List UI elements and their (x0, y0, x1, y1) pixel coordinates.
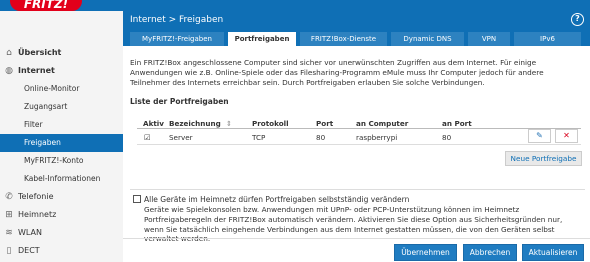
sidebar-item-label: Kabel-Informationen (24, 174, 101, 183)
footer-divider (123, 238, 590, 239)
sidebar-item-label: Filter (24, 120, 43, 129)
sidebar-item-wlan[interactable]: ≋ WLAN (0, 224, 123, 242)
sidebar-item-label: Heimnetz (18, 210, 57, 219)
tab-dynamic-dns[interactable]: Dynamic DNS (391, 32, 464, 46)
sidebar-item-kabel-informationen[interactable]: Kabel-Informationen (0, 170, 123, 188)
sidebar-item-online-monitor[interactable]: Online-Monitor (0, 80, 123, 98)
sidebar-item-freigaben[interactable]: Freigaben (0, 134, 123, 152)
sidebar: ⌂ Übersicht ◍ Internet Online-Monitor Zu… (0, 40, 123, 262)
sidebar-item-label: Freigaben (24, 138, 61, 147)
apply-button[interactable]: Übernehmen (394, 244, 457, 261)
tab-myfritz-freigaben[interactable]: MyFRITZ!-Freigaben (130, 32, 224, 46)
cancel-button[interactable]: Abbrechen (463, 244, 517, 261)
col-header-port: Port (316, 119, 334, 128)
phone-icon: ✆ (5, 192, 13, 202)
network-icon: ⊞ (5, 210, 13, 220)
intro-text: Ein FRITZ!Box angeschlossene Computer si… (130, 58, 544, 87)
sidebar-item-dect[interactable]: ▯ DECT (0, 242, 123, 260)
cell-an-computer: raspberrypi (356, 133, 398, 142)
sidebar-item-internet[interactable]: ◍ Internet (0, 62, 123, 80)
sidebar-item-label: DECT (18, 246, 40, 255)
edit-icon[interactable]: ✎ (528, 129, 551, 143)
cell-protokoll: TCP (252, 133, 266, 142)
sidebar-item-myfritz-konto[interactable]: MyFRITZ!-Konto (0, 152, 123, 170)
page-header: Internet > Freigaben ? MyFRITZ!-Freigabe… (123, 11, 590, 46)
sidebar-item-label: Telefonie (18, 192, 54, 201)
upnp-option-label[interactable]: Alle Geräte im Heimnetz dürfen Portfreig… (144, 195, 409, 204)
cell-an-port: 80 (442, 133, 452, 142)
table-header-divider (137, 128, 581, 129)
col-header-aktiv: Aktiv (143, 119, 164, 128)
wifi-icon: ≋ (5, 228, 13, 238)
col-header-an-computer: an Computer (356, 119, 409, 128)
sidebar-item-uebersicht[interactable]: ⌂ Übersicht (0, 44, 123, 62)
sidebar-item-label: Online-Monitor (24, 84, 80, 93)
row-active-checkbox[interactable]: ☑ (144, 133, 150, 142)
dect-icon: ▯ (6, 246, 12, 256)
list-title: Liste der Portfreigaben (130, 97, 229, 106)
col-header-bezeichnung[interactable]: Bezeichnung (169, 119, 221, 128)
tab-portfreigaben[interactable]: Portfreigaben (228, 32, 296, 46)
upnp-option-checkbox[interactable] (133, 195, 141, 203)
tab-fritzbox-dienste[interactable]: FRITZ!Box-Dienste (300, 32, 387, 46)
sidebar-item-label: Übersicht (18, 48, 62, 57)
sidebar-item-label: Zugangsart (24, 102, 68, 111)
sidebar-item-label: Internet (18, 66, 55, 75)
sidebar-item-zugangsart[interactable]: Zugangsart (0, 98, 123, 116)
section-divider (130, 189, 585, 190)
table-row-divider (137, 144, 581, 145)
col-header-an-port: an Port (442, 119, 472, 128)
breadcrumb: Internet > Freigaben (130, 15, 224, 25)
top-header-bar (0, 0, 590, 11)
sort-icon[interactable]: ⇕ (226, 119, 232, 128)
sidebar-item-label: WLAN (18, 228, 43, 237)
sidebar-item-filter[interactable]: Filter (0, 116, 123, 134)
delete-icon[interactable]: ✕ (555, 129, 578, 143)
tab-ipv6[interactable]: IPv6 (514, 32, 581, 46)
help-icon[interactable]: ? (571, 13, 584, 26)
sidebar-item-heimnetz[interactable]: ⊞ Heimnetz (0, 206, 123, 224)
cell-bezeichnung: Server (169, 133, 193, 142)
col-header-protokoll: Protokoll (252, 119, 289, 128)
sidebar-item-telefonie[interactable]: ✆ Telefonie (0, 188, 123, 206)
globe-icon: ◍ (5, 66, 13, 76)
cell-port: 80 (316, 133, 326, 142)
sidebar-item-label: MyFRITZ!-Konto (24, 156, 84, 165)
refresh-button[interactable]: Aktualisieren (522, 244, 584, 261)
tab-vpn[interactable]: VPN (468, 32, 510, 46)
new-port-forward-button[interactable]: Neue Portfreigabe (505, 151, 582, 166)
fritz-logo[interactable]: FRITZ! (10, 0, 82, 11)
home-icon: ⌂ (6, 48, 12, 58)
main-panel: Internet > Freigaben ? MyFRITZ!-Freigabe… (123, 11, 590, 262)
